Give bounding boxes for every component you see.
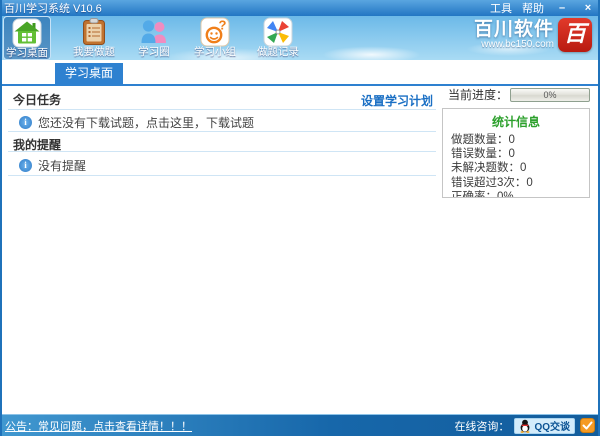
stat-label: 错误超过3次：: [451, 177, 526, 189]
toolbar-item-label: 学习桌面: [4, 48, 50, 59]
menu-tools[interactable]: 工具: [490, 0, 512, 16]
people-icon: [139, 17, 169, 47]
toolbar-item-learning-desktop[interactable]: 学习桌面: [3, 16, 51, 60]
tab-learning-desktop[interactable]: 学习桌面: [55, 63, 123, 84]
stat-label: 正确率：: [451, 191, 497, 198]
qq-penguin-icon: [519, 419, 531, 433]
stat-value: 0%: [497, 191, 514, 198]
progress-value: 0%: [511, 89, 589, 102]
stat-questions-done: 做题数量：0: [451, 133, 589, 147]
brand-area: 百川软件 www.bc150.com 百: [474, 18, 592, 52]
stat-errors-over-3: 错误超过3次：0: [451, 176, 589, 190]
message-text: 没有提醒: [38, 157, 86, 174]
toolbar-item-question-records[interactable]: 做题记录: [250, 16, 306, 60]
brand-logo-icon: 百: [558, 18, 592, 52]
toolbar-item-label: 做题记录: [250, 47, 306, 58]
qq-chat-button[interactable]: QQ交谈: [514, 418, 575, 434]
toolbar-item-label: 学习小组: [189, 47, 241, 58]
toolbar-item-label: 学习圈: [128, 47, 180, 58]
tab-strip: 学习桌面: [2, 60, 598, 84]
statistics-title: 统计信息: [451, 113, 581, 130]
stat-label: 未解决题数：: [451, 162, 520, 174]
stat-accuracy: 正确率：0%: [451, 190, 589, 198]
house-icon: [12, 18, 42, 48]
toolbar-item-learning-circle[interactable]: 学习圈: [128, 16, 180, 60]
stat-label: 做题数量：: [451, 134, 509, 146]
divider: [8, 131, 436, 132]
clipboard-icon: [79, 17, 109, 47]
announcement-link[interactable]: 公告：常见问题，点击查看详情！！！: [5, 418, 192, 434]
menu-help[interactable]: 帮助: [522, 0, 544, 16]
status-bar: 公告：常见问题，点击查看详情！！！ 在线咨询： QQ交谈: [0, 414, 600, 436]
current-progress-row: 当前进度： 0%: [448, 86, 590, 103]
stat-value: 0: [520, 162, 526, 174]
stat-value: 0: [509, 148, 515, 160]
statistics-panel: 统计信息 做题数量：0 错误数量：0 未解决题数：0 错误超过3次：0 正确率：…: [442, 108, 590, 198]
today-tasks-title: 今日任务: [13, 91, 61, 108]
title-bar: 百川学习系统 V10.6 工具 帮助 – ×: [0, 0, 600, 16]
divider: [8, 151, 436, 152]
brand-url: www.bc150.com: [474, 40, 554, 50]
download-questions-message[interactable]: i 您还没有下载试题，点击这里，下载试题: [19, 114, 254, 131]
stat-label: 错误数量：: [451, 148, 509, 160]
svg-text:?: ?: [219, 18, 227, 33]
info-icon: i: [19, 159, 32, 172]
stat-value: 0: [509, 134, 515, 146]
close-button[interactable]: ×: [580, 2, 596, 14]
info-icon: i: [19, 116, 32, 129]
brand-name: 百川软件: [474, 20, 554, 40]
divider: [8, 109, 436, 110]
stat-unsolved: 未解决题数：0: [451, 161, 589, 175]
stat-errors: 错误数量：0: [451, 147, 589, 161]
toolbar-item-do-questions[interactable]: 我要做题: [68, 16, 120, 60]
qq-chat-label: QQ交谈: [534, 418, 570, 433]
window-border-left: [0, 0, 2, 436]
progress-label: 当前进度：: [448, 86, 508, 103]
online-consult-label: 在线咨询：: [454, 418, 509, 434]
app-window: 百川学习系统 V10.6 工具 帮助 – × 学习桌面: [0, 0, 600, 436]
smiley-question-icon: ?: [200, 17, 230, 47]
no-reminders-message: i 没有提醒: [19, 157, 86, 174]
window-title: 百川学习系统 V10.6: [4, 0, 102, 16]
progress-bar: 0%: [510, 88, 590, 102]
verified-shield-icon[interactable]: [580, 418, 595, 433]
pinwheel-icon: [263, 17, 293, 47]
tab-underline: [2, 84, 598, 86]
toolbar-item-label: 我要做题: [68, 47, 120, 58]
toolbar-item-study-group[interactable]: ? 学习小组: [189, 16, 241, 60]
set-study-plan-link[interactable]: 设置学习计划: [361, 92, 433, 109]
stat-value: 0: [526, 177, 532, 189]
message-text: 您还没有下载试题，点击这里，下载试题: [38, 114, 254, 131]
minimize-button[interactable]: –: [554, 2, 570, 14]
header-banner: 学习桌面 我要做题: [2, 16, 598, 60]
divider: [8, 175, 436, 176]
